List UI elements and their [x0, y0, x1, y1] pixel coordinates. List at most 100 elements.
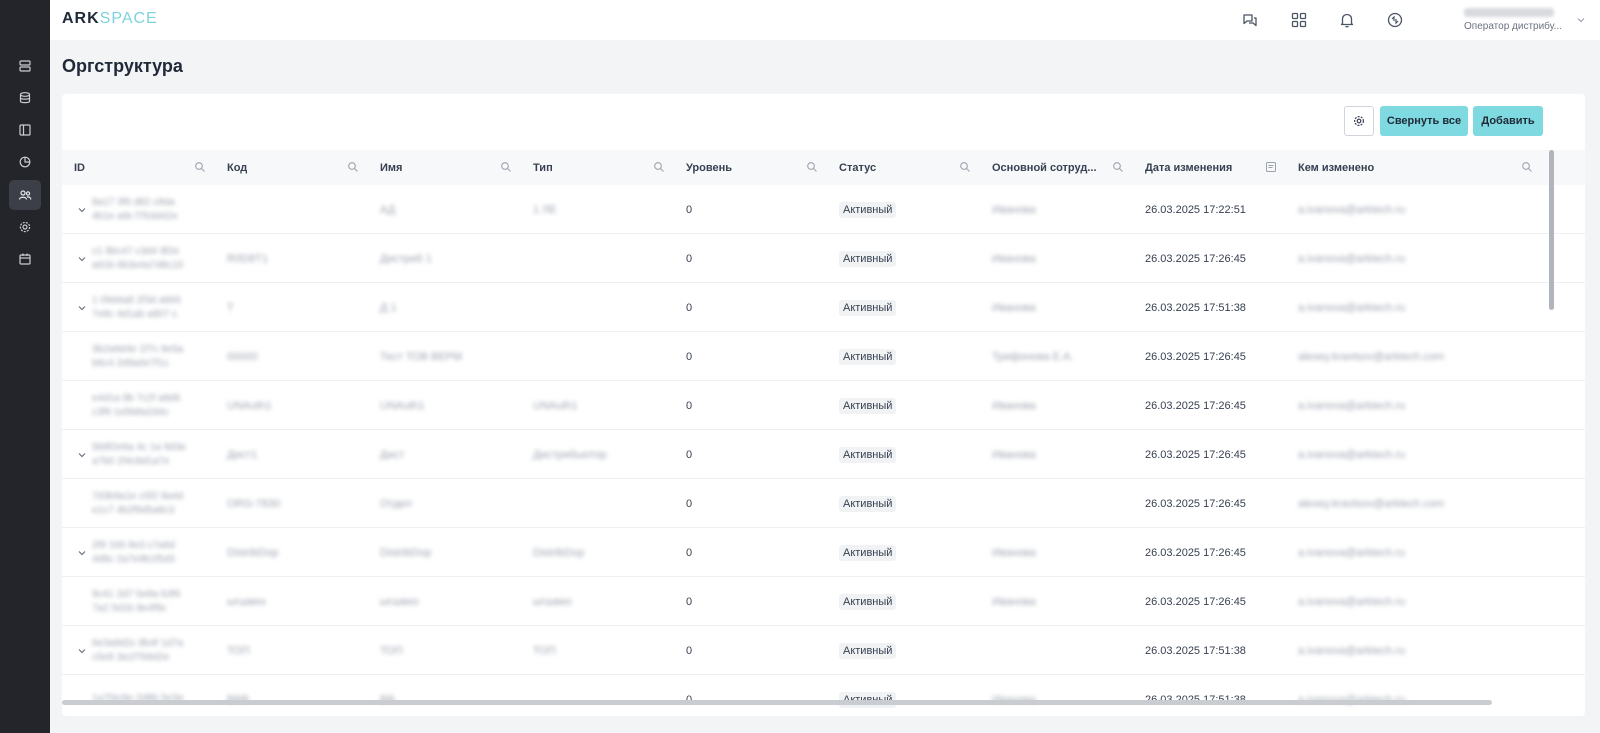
- column-header-modified_date[interactable]: Дата изменения: [1145, 150, 1285, 185]
- name-value: UNAuth1: [380, 399, 425, 412]
- modified-date-value: 26.03.2025 17:26:45: [1145, 399, 1246, 412]
- search-icon[interactable]: [347, 161, 359, 173]
- cell-status: Активный: [839, 430, 979, 479]
- search-icon[interactable]: [959, 161, 971, 173]
- cell-modified_date: 26.03.2025 17:26:45: [1145, 381, 1285, 430]
- level-value: 0: [686, 595, 693, 608]
- table-row[interactable]: 8a17 3f6 d82 c8da 4b1e a9c f7b3d42e АД 1 ЛЕ…: [62, 185, 1585, 234]
- cell-modified_date: 26.03.2025 17:26:45: [1145, 479, 1285, 528]
- logo-part-ark: ARK: [62, 10, 100, 27]
- table-row[interactable]: 9c41 2d7 5e8a b3f6 7a2 5d1b 8e4f9c ыгшвео ы…: [62, 577, 1585, 626]
- apps-button[interactable]: [1289, 10, 1309, 30]
- cell-modified_date: 26.03.2025 17:51:38: [1145, 626, 1285, 675]
- collapse-all-button[interactable]: Свернуть все: [1380, 106, 1468, 136]
- column-header-status[interactable]: Статус: [839, 150, 979, 185]
- id-line-2: a91b 6b3e4a7d8c10: [92, 260, 184, 271]
- chevron-down-icon[interactable]: [76, 203, 88, 215]
- sidebar-item-servers[interactable]: [9, 51, 41, 81]
- sync-button[interactable]: [1385, 10, 1405, 30]
- name-value: Отдел: [380, 497, 412, 510]
- vertical-scrollbar[interactable]: [1549, 150, 1554, 310]
- search-icon[interactable]: [653, 161, 665, 173]
- cell-code: Дист1: [227, 430, 367, 479]
- column-header-main_employee[interactable]: Основной сотруд...: [992, 150, 1132, 185]
- sidebar-item-calendar[interactable]: [9, 244, 41, 274]
- cell-level: 0: [686, 577, 826, 626]
- chevron-down-icon[interactable]: [76, 448, 88, 460]
- cell-level: 0: [686, 332, 826, 381]
- chevron-down-icon[interactable]: [1575, 14, 1587, 26]
- page-title: Оргструктура: [62, 56, 183, 76]
- column-header-label: Тип: [533, 161, 553, 174]
- id-redacted: 7d3b9a1e c5f2 8a4d e1c7 4b2f9d5a8c3: [92, 491, 183, 516]
- sidebar-item-layout[interactable]: [9, 115, 41, 145]
- search-icon[interactable]: [194, 161, 206, 173]
- chevron-down-icon[interactable]: [76, 252, 88, 264]
- gear-icon: [19, 221, 31, 233]
- modified-date-value: 26.03.2025 17:51:38: [1145, 644, 1246, 657]
- notifications-button[interactable]: [1337, 10, 1357, 30]
- table-row[interactable]: 3b2a9d4e 1f7c 8e5a b6c4 2d9a0e7f1c 00000 Те…: [62, 332, 1585, 381]
- cell-main_employee: Иванова: [992, 185, 1132, 234]
- search-icon[interactable]: [806, 161, 818, 173]
- column-header-label: Уровень: [686, 161, 733, 174]
- type-value: 1 ЛЕ: [533, 203, 557, 216]
- table-settings-button[interactable]: [1344, 106, 1374, 136]
- user-menu[interactable]: Оператор дистрибу...: [1464, 8, 1564, 34]
- sidebar-item-settings[interactable]: [9, 212, 41, 242]
- column-header-label: Имя: [380, 161, 403, 174]
- level-value: 0: [686, 350, 693, 363]
- add-button[interactable]: Добавить: [1473, 106, 1543, 136]
- name-value: ыгшвео: [380, 595, 419, 608]
- modified-date-value: 26.03.2025 17:26:45: [1145, 595, 1246, 608]
- cell-modified_by: a.ivanova@arktech.ru: [1298, 430, 1533, 479]
- cell-code: DistribDop: [227, 528, 367, 577]
- column-header-label: Кем изменено: [1298, 161, 1375, 174]
- chat-button[interactable]: [1240, 10, 1260, 30]
- cell-id: 9c41 2d7 5e8a b3f6 7a2 5d1b 8e4f9c: [92, 577, 212, 626]
- column-header-name[interactable]: Имя: [380, 150, 520, 185]
- sidebar-item-database[interactable]: [9, 83, 41, 113]
- status-badge: Активный: [839, 201, 897, 218]
- sidebar-item-orgstructure[interactable]: [9, 180, 41, 210]
- cell-status: Активный: [839, 234, 979, 283]
- table-row[interactable]: e4d1a 9b 7c2f a8d6 c3f9 1e5b8a2d4c UNAuth1…: [62, 381, 1585, 430]
- app-logo[interactable]: ARKSPACE: [62, 10, 158, 28]
- cell-type: [533, 234, 673, 283]
- bell-icon: [1340, 13, 1354, 28]
- chevron-down-icon[interactable]: [76, 301, 88, 313]
- table-row[interactable]: c1 8bc47 c3d4 9f2e a91b 6b3e4a7d8c10 R0D8T…: [62, 234, 1585, 283]
- id-line-2: b6c4 2d9a0e7f1c: [92, 358, 169, 369]
- server-icon: [19, 60, 31, 72]
- column-header-code[interactable]: Код: [227, 150, 367, 185]
- calendar-icon: [19, 253, 31, 265]
- chevron-down-icon[interactable]: [76, 546, 88, 558]
- table-row[interactable]: 1a7f4c9e 2d8b 5e3aВВВВВ0АктивныйИванова2…: [62, 675, 1585, 716]
- table-row[interactable]: 7d3b9a1e c5f2 8a4d e1c7 4b2f9d5a8c3 ORG-78…: [62, 479, 1585, 528]
- modified-by-value: a.ivanova@arktech.ru: [1298, 301, 1406, 314]
- cell-code: ыгшвео: [227, 577, 367, 626]
- table-row[interactable]: 1 09d4a8 2f3d a6b5 7e8c 4d1ab a907 c Т Д 1 0…: [62, 283, 1585, 332]
- search-icon[interactable]: [500, 161, 512, 173]
- search-icon[interactable]: [1521, 161, 1533, 173]
- column-header-id[interactable]: ID: [74, 150, 214, 185]
- horizontal-scrollbar[interactable]: [62, 700, 1492, 705]
- table-row[interactable]: 5b8f2e6a 4c 1a 9d3e a7b0 2f4c8d1a7e Дист1 Д…: [62, 430, 1585, 479]
- column-header-type[interactable]: Тип: [533, 150, 673, 185]
- id-line-2: a7b0 2f4c8d1a7e: [92, 456, 170, 467]
- pie-chart-icon: [19, 156, 31, 168]
- modified-by-value: a.ivanova@arktech.ru: [1298, 595, 1406, 608]
- type-value: Дистрибьютор: [533, 448, 607, 461]
- column-header-modified_by[interactable]: Кем изменено: [1298, 150, 1533, 185]
- cell-main_employee: Иванова: [992, 675, 1132, 716]
- chevron-down-icon[interactable]: [76, 644, 88, 656]
- column-header-level[interactable]: Уровень: [686, 150, 826, 185]
- filter-icon[interactable]: [1265, 161, 1277, 173]
- table-row[interactable]: 2f9 1b5 8e3 c7a6d 4d8c 2a7e9b1f5d3 Distrib…: [62, 528, 1585, 577]
- search-icon[interactable]: [1112, 161, 1124, 173]
- level-value: 0: [686, 448, 693, 461]
- cell-name: Дист: [380, 430, 520, 479]
- code-value: Т: [227, 301, 234, 314]
- sidebar-item-analytics[interactable]: [9, 147, 41, 177]
- table-row[interactable]: 6e3a9d2c 8b4f 1d7a c5e8 3a1f7b9d2e ТОП ТОП Т…: [62, 626, 1585, 675]
